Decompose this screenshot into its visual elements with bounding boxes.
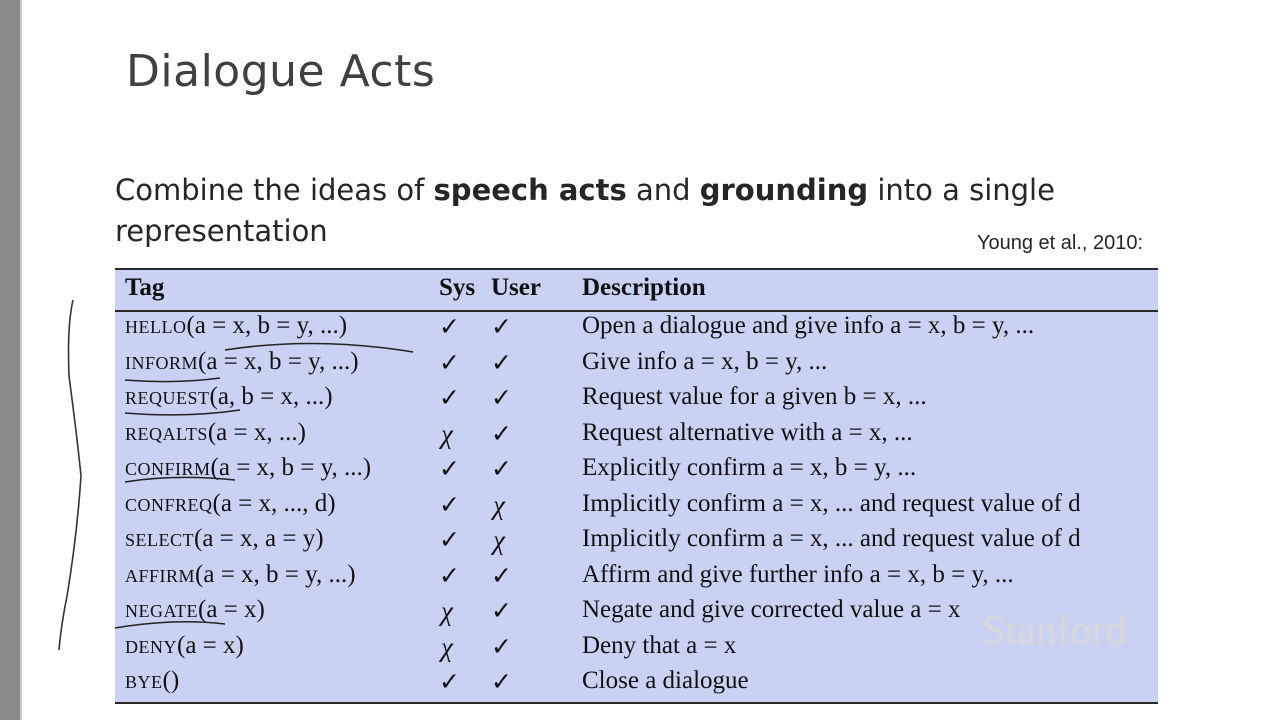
sys-cross-mark: χ: [441, 418, 453, 449]
cell-tag: hello(a = x, b = y, ...): [125, 312, 347, 340]
cell-description: Request value for a given b = x, ...: [582, 383, 927, 410]
tag-args: (a = x, b = y, ...): [195, 560, 356, 588]
tag-name: hello: [125, 312, 187, 339]
tag-args: (a = x, ..., d): [212, 489, 336, 517]
cell-description: Affirm and give further info a = x, b = …: [582, 560, 1014, 588]
sys-cross-mark: χ: [441, 631, 453, 662]
tag-name: affirm: [125, 560, 196, 588]
tag-name: negate: [125, 596, 198, 623]
user-check-mark: ✓: [491, 456, 512, 483]
sys-check-mark: ✓: [439, 456, 460, 483]
sys-check-mark: ✓: [439, 491, 460, 519]
tag-args: (a = x, ...): [207, 418, 306, 446]
table-row: affirm(a = x, b = y, ...) ✓ ✓ Affirm and gi…: [115, 561, 1158, 596]
cell-description: Implicitly confirm a = x, ... and reques…: [582, 489, 1081, 517]
header-tag: Tag: [125, 274, 165, 301]
sys-check-mark: ✓: [439, 669, 460, 696]
table-row: confirm(a = x, b = y, ...) ✓ ✓ Explicitly c…: [115, 454, 1158, 489]
sys-check-mark: ✓: [439, 562, 460, 590]
table-row: reqalts(a = x, ...) χ ✓ Request alternative…: [115, 419, 1158, 454]
left-margin-bar: [0, 0, 20, 720]
cell-tag: reqalts(a = x, ...): [125, 419, 306, 447]
table-row: request(a, b = x, ...) ✓ ✓ Request value fo…: [115, 383, 1158, 418]
table-row: inform(a = x, b = y, ...) ✓ ✓ Give info a =…: [115, 348, 1158, 383]
left-margin-line: [20, 0, 22, 720]
table-header-row: Tag Sys User Description: [115, 274, 1158, 309]
stanford-logo: Stanford: [982, 608, 1127, 654]
cell-tag: inform(a = x, b = y, ...): [125, 348, 359, 376]
cell-description: Deny that a = x: [582, 631, 737, 659]
header-sys: Sys: [439, 274, 476, 301]
user-check-mark: ✓: [491, 420, 512, 448]
citation: Young et al., 2010:: [977, 232, 1144, 254]
tag-name: deny: [125, 631, 177, 659]
table-row: hello(a = x, b = y, ...) ✓ ✓ Open a dialogu…: [115, 312, 1158, 347]
cell-description: Implicitly confirm a = x, ... and reques…: [582, 525, 1081, 552]
tag-args: (a = x, b = y, ...): [210, 454, 372, 481]
cell-tag: bye(): [125, 667, 179, 695]
cell-tag: affirm(a = x, b = y, ...): [125, 561, 356, 589]
cell-description: Negate and give corrected value a = x: [582, 596, 961, 623]
sys-cross-mark: χ: [441, 596, 453, 626]
intro-bold-speech-acts: speech acts: [433, 173, 627, 207]
tag-name: inform: [125, 347, 199, 375]
user-cross-mark: χ: [493, 489, 505, 520]
slide-intro: Combine the ideas of speech acts and gro…: [115, 170, 1075, 252]
intro-bold-grounding: grounding: [699, 173, 869, 207]
tag-name: reqalts: [125, 418, 208, 446]
tag-name: confreq: [125, 489, 213, 517]
tag-name: confirm: [125, 454, 211, 481]
cell-tag: confirm(a = x, b = y, ...): [125, 454, 371, 482]
cell-tag: confreq(a = x, ..., d): [125, 490, 336, 518]
cell-description: Request alternative with a = x, ...: [582, 418, 913, 446]
tag-args: (a = x, a = y): [194, 525, 324, 552]
tag-name: bye: [125, 667, 163, 694]
cell-tag: deny(a = x): [125, 632, 244, 660]
tag-name: select: [125, 525, 194, 552]
intro-text-2: and: [626, 173, 700, 207]
user-check-mark: ✓: [491, 349, 512, 377]
cell-tag: request(a, b = x, ...): [125, 383, 333, 411]
sys-check-mark: ✓: [439, 385, 460, 412]
cell-tag: select(a = x, a = y): [125, 525, 324, 553]
cell-description: Close a dialogue: [582, 667, 749, 694]
cell-description: Give info a = x, b = y, ...: [582, 347, 828, 375]
cell-description: Open a dialogue and give info a = x, b =…: [582, 312, 1035, 339]
user-check-mark: ✓: [491, 385, 512, 412]
table-row: select(a = x, a = y) ✓ χ Implicitly confirm…: [115, 525, 1158, 560]
sys-check-mark: ✓: [439, 349, 460, 377]
user-cross-mark: χ: [493, 525, 505, 555]
tag-name: request: [125, 383, 210, 410]
header-user: User: [491, 274, 541, 301]
table-row: confreq(a = x, ..., d) ✓ χ Implicitly confi…: [115, 490, 1158, 525]
tag-args: (a = x, b = y, ...): [186, 312, 348, 339]
user-check-mark: ✓: [491, 633, 512, 661]
cell-description: Explicitly confirm a = x, b = y, ...: [582, 454, 917, 481]
intro-text-1: Combine the ideas of: [115, 173, 434, 207]
tag-args: (a = x): [198, 596, 265, 623]
handwritten-brace: [58, 299, 82, 651]
tag-args: (a = x, b = y, ...): [198, 347, 359, 375]
user-check-mark: ✓: [491, 669, 512, 696]
tag-args: (): [162, 667, 180, 694]
tag-args: (a, b = x, ...): [209, 383, 333, 410]
user-check-mark: ✓: [491, 598, 512, 625]
header-description: Description: [582, 274, 706, 301]
user-check-mark: ✓: [491, 314, 512, 341]
table-row: bye() ✓ ✓ Close a dialogue: [115, 667, 1158, 702]
tag-args: (a = x): [177, 631, 244, 659]
sys-check-mark: ✓: [439, 527, 460, 554]
sys-check-mark: ✓: [439, 314, 460, 341]
user-check-mark: ✓: [491, 562, 512, 590]
slide-title: Dialogue Acts: [126, 46, 436, 97]
cell-tag: negate(a = x): [125, 596, 265, 624]
